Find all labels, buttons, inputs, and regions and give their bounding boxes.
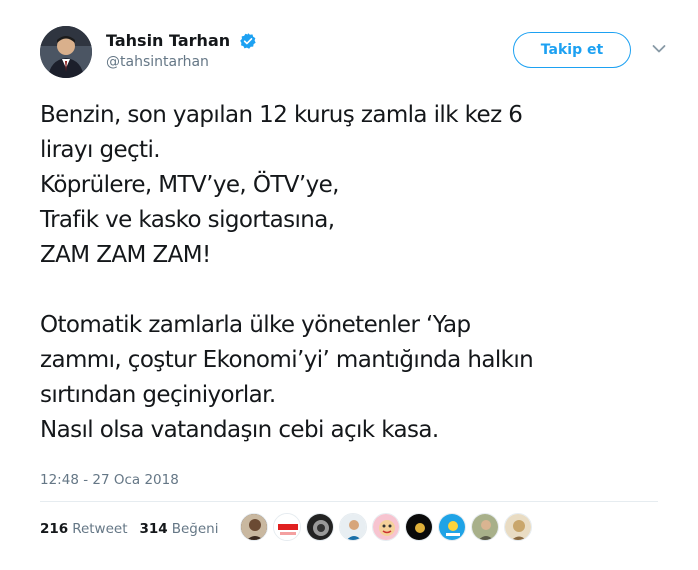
verified-badge-icon — [240, 32, 256, 49]
liker-avatar-3-icon — [307, 514, 333, 540]
tweet-timestamp[interactable]: 12:48 - 27 Oca 2018 — [40, 472, 179, 488]
liker-avatar[interactable] — [471, 513, 499, 541]
liker-avatar[interactable] — [405, 513, 433, 541]
liker-avatar[interactable] — [372, 513, 400, 541]
liker-avatar-4-icon — [340, 514, 366, 540]
divider — [40, 501, 658, 502]
tweet-line: Köprülere, MTV’ye, ÖTV’ye, — [40, 172, 340, 198]
liker-avatar-1-icon — [241, 514, 267, 540]
liker-avatar-8-icon — [472, 514, 498, 540]
liker-avatar-9-icon — [505, 514, 531, 540]
liker-avatars — [240, 513, 537, 541]
chevron-down-icon[interactable] — [652, 44, 666, 54]
liker-avatar[interactable] — [240, 513, 268, 541]
tweet-line: Otomatik zamlarla ülke yönetenler ‘Yap — [40, 312, 471, 338]
liker-avatar[interactable] — [438, 513, 466, 541]
retweets-count: 216 — [40, 521, 69, 537]
retweets-stat[interactable]: 216 Retweet — [40, 521, 128, 537]
liker-avatar-6-icon — [406, 514, 432, 540]
author-handle[interactable]: @tahsintarhan — [106, 54, 257, 70]
author-display-name[interactable]: Tahsin Tarhan — [106, 31, 230, 50]
liker-avatar-2-icon — [274, 514, 300, 540]
tweet-line: Trafik ve kasko sigortasına, — [40, 207, 335, 233]
author-info: Tahsin Tarhan @tahsintarhan — [106, 30, 257, 70]
liker-avatar[interactable] — [306, 513, 334, 541]
liker-avatar[interactable] — [339, 513, 367, 541]
liker-avatar-5-icon — [373, 514, 399, 540]
tweet-line: sırtından geçiniyorlar. — [40, 382, 276, 408]
person-photo-avatar-icon — [40, 26, 92, 78]
tweet-stats: 216 Retweet 314 Beğeni — [40, 521, 230, 537]
follow-button[interactable]: Takip et — [513, 32, 631, 68]
tweet-line: zammı, çoştur Ekonomi’yi’ mantığında hal… — [40, 347, 534, 373]
tweet-line: Nasıl olsa vatandaşın cebi açık kasa. — [40, 417, 439, 443]
likes-label: Beğeni — [171, 521, 219, 537]
liker-avatar-7-icon — [439, 514, 465, 540]
retweets-label: Retweet — [72, 521, 128, 537]
tweet-text: Benzin, son yapılan 12 kuruş zamla ilk k… — [40, 98, 670, 448]
tweet-line: Benzin, son yapılan 12 kuruş zamla ilk k… — [40, 102, 523, 128]
liker-avatar[interactable] — [273, 513, 301, 541]
likes-stat[interactable]: 314 Beğeni — [140, 521, 219, 537]
likes-count: 314 — [139, 521, 168, 537]
liker-avatar[interactable] — [504, 513, 532, 541]
tweet-line: lirayı geçti. — [40, 137, 161, 163]
tweet-line: ZAM ZAM ZAM! — [40, 242, 211, 268]
author-avatar[interactable] — [40, 26, 92, 78]
